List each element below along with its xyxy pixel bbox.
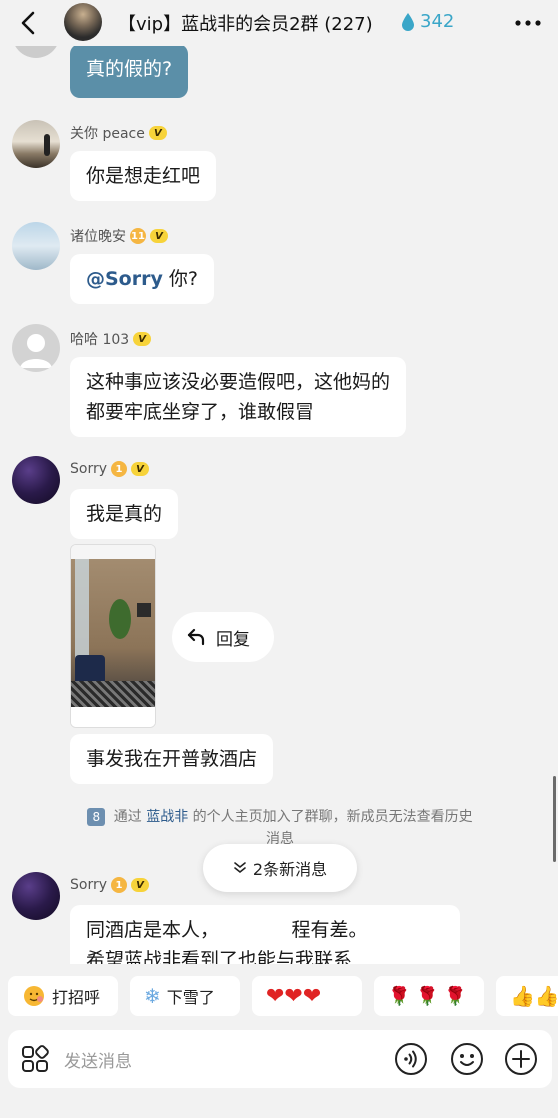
vip-badge: V [150, 229, 168, 243]
reply-icon [187, 628, 205, 646]
avatar[interactable] [12, 46, 60, 58]
quick-reply-chip[interactable]: ❄ 下雪了 [130, 976, 240, 1016]
mention-link[interactable]: @Sorry [86, 268, 163, 290]
plus-icon[interactable] [504, 1042, 538, 1076]
apps-grid-icon[interactable] [20, 1044, 50, 1074]
message-text: 事发我在开普敦酒店 [86, 748, 258, 770]
double-chevron-down-icon [234, 862, 246, 874]
quick-reply-chip[interactable]: 👍👍 [496, 976, 558, 1016]
back-arrow-icon[interactable] [14, 8, 44, 38]
new-messages-button[interactable]: 2条新消息 [203, 844, 357, 892]
default-avatar-icon [20, 334, 52, 368]
more-icon[interactable] [512, 12, 544, 34]
sender-name: Sorry 1 V [70, 877, 150, 893]
chat-header: 【vip】蓝战非的会员2群 (227) 342 [0, 0, 558, 46]
user-link[interactable]: 蓝战非 [146, 809, 188, 825]
quick-reply-chip[interactable]: 🌹 🌹 🌹 [374, 976, 484, 1016]
snowflake-icon: ❄ [144, 984, 161, 1008]
message-text: 同酒店是本人， 程有差。 [86, 919, 368, 941]
group-avatar[interactable] [64, 3, 102, 41]
message-input[interactable]: 发送消息 [64, 1047, 132, 1072]
message-bubble[interactable]: 事发我在开普敦酒店 [70, 734, 274, 784]
vip-badge: V [131, 462, 150, 476]
message-text: 我是真的 [86, 503, 163, 525]
quick-reply-chip[interactable]: ❤❤❤ [252, 976, 362, 1016]
quick-reply-chip[interactable]: 打招呼 [8, 976, 118, 1016]
member-number-badge: 8 [87, 808, 106, 826]
avatar[interactable] [12, 222, 60, 270]
message-bubble[interactable]: @Sorry 你? [70, 254, 214, 304]
wave-emoji-icon [24, 986, 44, 1006]
message-text: 你是想走红吧 [86, 165, 201, 187]
reply-label: 回复 [216, 629, 250, 650]
message-bubble[interactable]: 你是想走红吧 [70, 151, 217, 201]
scrollbar-thumb[interactable] [553, 776, 556, 862]
image-message[interactable] [70, 544, 156, 728]
message-bubble[interactable]: 我是真的 [70, 489, 179, 539]
vip-badge: V [131, 878, 150, 892]
water-drop-icon [402, 13, 414, 31]
group-score: 342 [420, 11, 455, 32]
quick-reply-bar: 打招呼 ❄ 下雪了 ❤❤❤ 🌹 🌹 🌹 👍👍 [0, 968, 558, 1024]
sender-name: 诸位晚安 11 V [70, 226, 168, 246]
vip-badge: V [133, 332, 152, 346]
message-text: 都要牢底坐穿了，谁敢假冒 [86, 401, 315, 423]
sender-name: 关你 peace V [70, 123, 167, 143]
level-badge: 1 [111, 877, 128, 893]
avatar[interactable] [12, 872, 60, 920]
avatar[interactable] [12, 120, 60, 168]
level-badge: 1 [111, 461, 128, 477]
message-bubble[interactable]: 这种事应该没必要造假吧，这他妈的 都要牢底坐穿了，谁敢假冒 [70, 357, 407, 437]
sender-name: 哈哈 103 V [70, 329, 152, 349]
message-text: 希望蓝战非看到了也能与我联系 [86, 949, 353, 964]
sender-name: Sorry 1 V [70, 461, 150, 477]
avatar[interactable] [12, 456, 60, 504]
message-list[interactable]: 真的假的? 关你 peace V 你是想走红吧 诸位晚安 11 V @Sorry… [0, 46, 558, 964]
level-badge: 11 [130, 228, 146, 244]
message-bubble[interactable]: 真的假的? [70, 46, 189, 98]
group-title[interactable]: 【vip】蓝战非的会员2群 (227) [118, 10, 373, 36]
message-text: 真的假的? [86, 58, 173, 80]
vip-badge: V [148, 126, 167, 140]
message-input-bar: 发送消息 [8, 1030, 552, 1088]
message-text: 你? [162, 268, 198, 290]
avatar[interactable] [12, 324, 60, 372]
new-messages-label: 2条新消息 [252, 860, 328, 879]
message-bubble[interactable]: 同酒店是本人， 程有差。 希望蓝战非看到了也能与我联系 [70, 905, 460, 964]
emoji-icon[interactable] [450, 1042, 484, 1076]
voice-icon[interactable] [394, 1042, 428, 1076]
reply-button[interactable]: 回复 [172, 612, 274, 662]
message-text: 这种事应该没必要造假吧，这他妈的 [86, 371, 391, 393]
